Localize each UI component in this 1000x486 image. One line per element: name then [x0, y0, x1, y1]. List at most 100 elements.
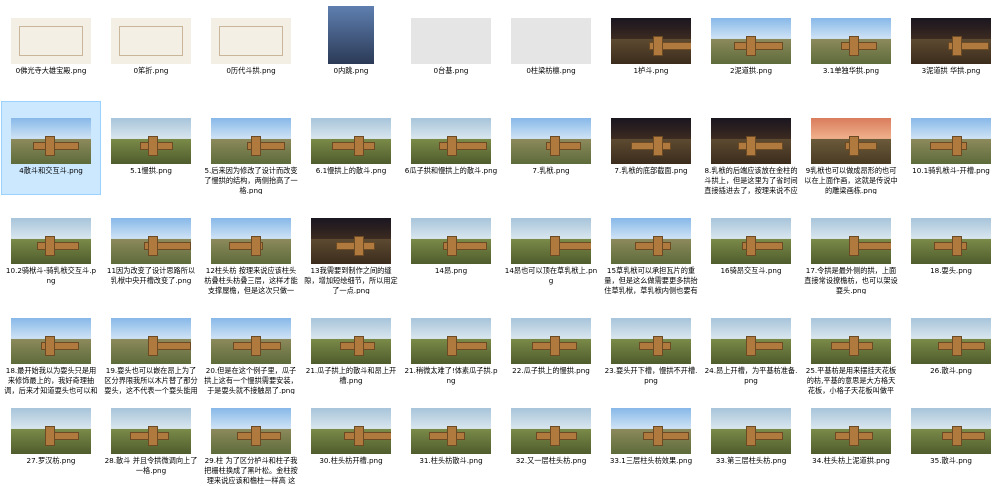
file-tile[interactable]: 26.散斗.png — [902, 302, 1000, 394]
file-tile[interactable]: 9乳栿也可以做成昂形的也可以在上面作画，这就是传说中的雕梁画栋.png — [802, 102, 900, 194]
file-tile[interactable]: 13我需要到制作之间的缝隙，增加短绘细节，所以用定了一点.png — [302, 202, 400, 294]
file-tile[interactable]: 10.2骑栿斗-骑乳栿交互斗.png — [2, 202, 100, 294]
file-name: 9乳栿也可以做成昂形的也可以在上面作画，这就是传说中的雕梁画栋.png — [804, 166, 898, 194]
beam-shape — [37, 242, 79, 250]
image-thumbnail — [311, 318, 391, 364]
image-thumbnail — [211, 118, 291, 164]
file-tile[interactable]: 0历代斗拱.png — [202, 2, 300, 94]
image-thumbnail — [511, 408, 591, 454]
image-thumbnail — [911, 318, 991, 364]
file-tile[interactable]: 6瓜子拱和慢拱上的散斗.png — [402, 102, 500, 194]
file-tile[interactable]: 21.稍微太难了!体素瓜子拱.png — [402, 302, 500, 394]
file-tile[interactable]: 23.耍头开下槽，慢拱不开槽.png — [602, 302, 700, 394]
file-name: 30.柱头枋开槽.png — [319, 456, 383, 465]
file-tile[interactable]: 1栌斗.png — [602, 2, 700, 94]
thumbnail-wrap — [402, 304, 500, 364]
file-tile[interactable]: 2泥道拱.png — [702, 2, 800, 94]
file-tile[interactable]: 3泥道拱 华拱.png — [902, 2, 1000, 94]
thumbnail-wrap — [402, 394, 500, 454]
file-name: 0历代斗拱.png — [226, 66, 276, 75]
file-tile[interactable]: 6.1慢拱上的散斗.png — [302, 102, 400, 194]
thumbnail-wrap — [602, 204, 700, 264]
image-thumbnail — [211, 408, 291, 454]
thumbnail-wrap — [802, 394, 900, 454]
thumbnail-wrap — [802, 104, 900, 164]
file-tile[interactable]: 33.1三层柱头枋效果.png — [602, 392, 700, 484]
file-tile[interactable]: 5.1慢拱.png — [102, 102, 200, 194]
file-name: 7.乳栿.png — [532, 166, 570, 175]
file-name: 22.瓜子拱上的慢拱.png — [512, 366, 590, 375]
file-name: 28.散斗 并且令拱微调向上了一格.png — [104, 456, 198, 475]
file-tile[interactable]: 11因为改变了设计思路所以乳栿中央开槽改变了.png — [102, 202, 200, 294]
file-tile[interactable]: 27.罗汉枋.png — [2, 392, 100, 484]
beam-shape — [45, 336, 55, 356]
beam-shape — [952, 236, 962, 256]
file-tile[interactable]: 12柱头枋 按理来说应该柱头枋叠柱头枋叠三层，这样才能支撑屋檐，但是这次只做一层… — [202, 202, 300, 294]
file-tile[interactable]: 5.后来因为修改了设计而改变了慢拱的结构，两侧抬高了一格.png — [202, 102, 300, 194]
file-name: 14昂也可以顶在草乳栿上.png — [504, 266, 598, 285]
beam-shape — [952, 136, 962, 156]
beam-shape — [251, 136, 261, 156]
file-tile[interactable]: 29.柱 为了区分栌斗和柱子我把栅柱换成了黑叶松。金柱按理来说应该和檐柱一样高 … — [202, 392, 300, 484]
thumbnail-wrap — [302, 394, 400, 454]
file-tile[interactable]: 34.柱头枋上泥道拱.png — [802, 392, 900, 484]
thumbnail-wrap — [602, 104, 700, 164]
file-tile[interactable]: 15草乳栿可以承担瓦片的重量，但是这么做需要更多拱抬住草乳栿，草乳栿内侧也要有压… — [602, 202, 700, 294]
beam-shape — [447, 236, 457, 256]
file-tile[interactable]: 25.平基枋是用来摆挂天花板的枋,平基的意思是大方格天花板，小格子天花板叫做平闇… — [802, 302, 900, 394]
image-thumbnail — [511, 218, 591, 264]
file-tile[interactable]: 33.第三层柱头枋.png — [702, 392, 800, 484]
file-tile[interactable]: 20.但是在这个例子里，瓜子拱上这有一个慢拱需要安装，于是耍头就不接触昂了.pn… — [202, 302, 300, 394]
file-tile[interactable]: 31.柱头枋散斗.png — [402, 392, 500, 484]
beam-shape — [849, 426, 859, 446]
thumbnail-wrap — [802, 304, 900, 364]
file-tile[interactable]: 18.最开始我以为耍头只是用来修饰最上的，我好奇理抽调，后来才知道耍头也可以和令… — [2, 302, 100, 394]
file-tile[interactable]: 17.令拱是最外侧的拱，上面直接常设撩檐枋，也可以架设耍头.png — [802, 202, 900, 294]
file-name: 18.耍头.png — [930, 266, 972, 275]
thumbnail-wrap — [702, 4, 800, 64]
file-tile[interactable]: 19.耍头也可以嵌在昂上为了区分界限我所以木片替了那分耍头，这不代表一个耍头能用… — [102, 302, 200, 394]
file-tile[interactable]: 0佛光寺大雄宝殿.png — [2, 2, 100, 94]
file-tile[interactable]: 4散斗和交互斗.png — [1, 101, 101, 195]
file-tile[interactable]: 0柱梁枋檩.png — [502, 2, 600, 94]
thumbnail-wrap — [502, 204, 600, 264]
file-name: 20.但是在这个例子里，瓜子拱上这有一个慢拱需要安装，于是耍头就不接触昂了.pn… — [204, 366, 298, 394]
thumbnail-wrap — [402, 4, 500, 64]
file-tile[interactable]: 18.耍头.png — [902, 202, 1000, 294]
file-tile[interactable]: 0笫折.png — [102, 2, 200, 94]
image-thumbnail — [11, 218, 91, 264]
thumbnail-wrap — [902, 394, 1000, 454]
thumbnail-wrap — [102, 4, 200, 64]
file-tile[interactable]: 0内跳.png — [302, 2, 400, 94]
file-name: 12柱头枋 按理来说应该柱头枋叠柱头枋叠三层，这样才能支撑屋檐，但是这次只做一层… — [204, 266, 298, 294]
file-tile[interactable]: 24.昂上开槽，为平基枋准备.png — [702, 302, 800, 394]
beam-shape — [631, 142, 671, 150]
file-name: 0佛光寺大雄宝殿.png — [15, 66, 87, 75]
file-tile[interactable]: 10.1骑乳栿斗-开槽.png — [902, 102, 1000, 194]
beam-shape — [550, 136, 560, 156]
image-thumbnail — [11, 18, 91, 64]
file-tile[interactable]: 35.散斗.png — [902, 392, 1000, 484]
file-tile[interactable]: 21.瓜子拱上的散斗和昂上开槽.png — [302, 302, 400, 394]
beam-shape — [849, 136, 859, 156]
file-tile[interactable]: 32.又一层柱头枋.png — [502, 392, 600, 484]
image-thumbnail — [611, 408, 691, 454]
thumbnail-wrap — [2, 304, 100, 364]
file-tile[interactable]: 22.瓜子拱上的慢拱.png — [502, 302, 600, 394]
file-tile[interactable]: 14昂.png — [402, 202, 500, 294]
file-tile[interactable]: 7.乳栿.png — [502, 102, 600, 194]
file-tile[interactable]: 0台基.png — [402, 2, 500, 94]
file-tile[interactable]: 30.柱头枋开槽.png — [302, 392, 400, 484]
file-tile[interactable]: 14昂也可以顶在草乳栿上.png — [502, 202, 600, 294]
file-name: 21.稍微太难了!体素瓜子拱.png — [404, 366, 498, 385]
beam-shape — [45, 136, 55, 156]
file-tile[interactable]: 8.乳栿的后端应该放在金柱的斗拱上，但是这里为了省时间直接插进去了，按理来说不应… — [702, 102, 800, 194]
file-tile[interactable]: 16骑昂交互斗.png — [702, 202, 800, 294]
file-tile[interactable]: 3.1单独华拱.png — [802, 2, 900, 94]
file-tile[interactable]: 28.散斗 并且令拱微调向上了一格.png — [102, 392, 200, 484]
image-thumbnail — [811, 408, 891, 454]
thumbnail-wrap — [902, 204, 1000, 264]
file-tile[interactable]: 7.乳栿的底部截面.png — [602, 102, 700, 194]
file-grid: 0佛光寺大雄宝殿.png 0笫折.png 0历代斗拱.png 0内跳.png 0台基.p… — [0, 0, 1000, 486]
beam-shape — [653, 236, 663, 256]
